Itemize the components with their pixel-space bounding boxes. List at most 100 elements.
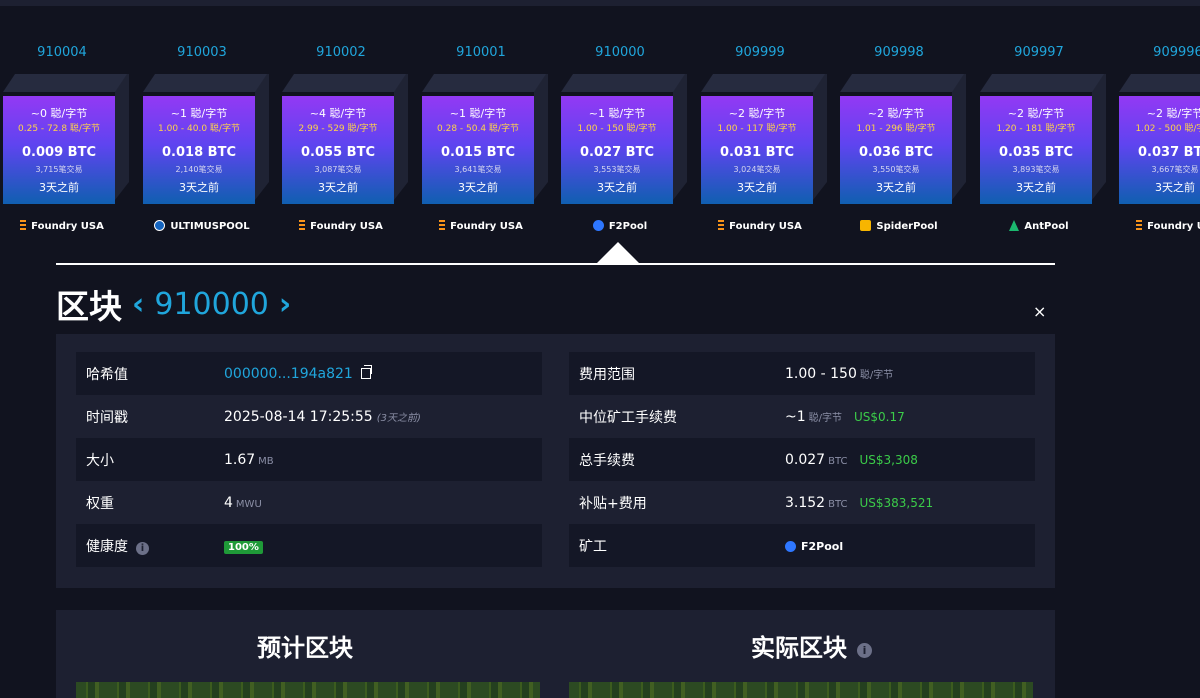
block-cube[interactable]: ~1 聪/字节 1.00 - 40.0 聪/字节 0.018 BTC 2,140… (143, 96, 255, 204)
block-height-link[interactable]: 910003 (140, 45, 264, 60)
miner-name: Foundry USA (729, 221, 802, 232)
subsidy-value: 3.152 (785, 494, 826, 511)
block-height-link[interactable]: 909999 (698, 45, 822, 60)
block-height-link[interactable]: 909996 (1116, 45, 1200, 60)
timestamp-ago: (3天之前) (376, 412, 421, 424)
projected-block-title: 预计区块 (257, 634, 353, 662)
median-fee-fiat: US$0.17 (854, 409, 905, 424)
detail-row-timestamp: 时间戳 2025-08-14 17:25:55 (3天之前) (76, 395, 542, 438)
detail-row-subsidy: 补贴+费用 3.152 BTC US$383,521 (569, 481, 1035, 524)
foundry-icon (439, 220, 446, 231)
ultimuspool-icon (154, 220, 166, 231)
detail-row-total-fees: 总手续费 0.027 BTC US$3,308 (569, 438, 1035, 481)
miner-link[interactable]: F2Pool (785, 538, 843, 554)
block-median-fee: ~4 聪/字节 (309, 107, 367, 120)
foundry-icon (1136, 220, 1143, 231)
cube-top (561, 74, 685, 92)
total-fees-value: 0.027 (785, 451, 826, 468)
block-card[interactable]: 910001 ~1 聪/字节 0.28 - 50.4 聪/字节 0.015 BT… (419, 40, 548, 240)
block-cube[interactable]: ~2 聪/字节 1.02 - 500 聪/字节 0.037 BTC 3,667笔… (1119, 96, 1200, 204)
detail-row-miner: 矿工 F2Pool (569, 524, 1035, 567)
current-block-height: 910000 (154, 286, 269, 322)
block-card[interactable]: 909998 ~2 聪/字节 1.01 - 296 聪/字节 0.036 BTC… (837, 40, 966, 240)
block-height-link[interactable]: 910001 (419, 45, 543, 60)
block-card[interactable]: 910003 ~1 聪/字节 1.00 - 40.0 聪/字节 0.018 BT… (140, 40, 269, 240)
next-block-button[interactable]: › (279, 287, 291, 322)
detail-row-size: 大小 1.67 MB (76, 438, 542, 481)
block-median-fee: ~1 聪/字节 (449, 107, 507, 120)
block-miner[interactable]: AntPool (977, 220, 1101, 232)
block-card-selected[interactable]: 910000 ~1 聪/字节 1.00 - 150 聪/字节 0.027 BTC… (558, 40, 687, 240)
divider (56, 263, 1055, 265)
miner-name: SpiderPool (876, 221, 938, 232)
actual-block-visualization[interactable] (569, 682, 1033, 698)
miner-name: F2Pool (608, 221, 648, 232)
block-card[interactable]: 909996 ~2 聪/字节 1.02 - 500 聪/字节 0.037 BTC… (1116, 40, 1200, 240)
details-left-column: 哈希值 000000...194a821 时间戳 2025-08-14 17:2… (76, 352, 542, 567)
blockchain-strip: 910004 ~0 聪/字节 0.25 - 72.8 聪/字节 0.009 BT… (0, 0, 1200, 245)
block-cube[interactable]: ~1 聪/字节 0.28 - 50.4 聪/字节 0.015 BTC 3,641… (422, 96, 534, 204)
block-tx-count: 3,893笔交易 (1012, 165, 1060, 174)
block-miner[interactable]: Foundry USA (419, 220, 543, 232)
block-cube[interactable]: ~4 聪/字节 2.99 - 529 聪/字节 0.055 BTC 3,087笔… (282, 96, 394, 204)
block-fee-range: 2.99 - 529 聪/字节 (298, 124, 378, 134)
block-total-fees: 0.027 BTC (580, 145, 654, 160)
block-total-fees: 0.055 BTC (301, 145, 375, 160)
median-fee-unit: 聪/字节 (808, 412, 843, 424)
block-miner[interactable]: F2Pool (558, 220, 682, 232)
block-card[interactable]: 909997 ~2 聪/字节 1.20 - 181 聪/字节 0.035 BTC… (977, 40, 1106, 240)
block-miner[interactable]: Foundry USA (279, 220, 403, 232)
block-height-link[interactable]: 910004 (0, 45, 124, 60)
close-icon[interactable]: × (1033, 302, 1046, 321)
block-tx-count: 3,667笔交易 (1151, 165, 1199, 174)
total-fees-unit: BTC (828, 455, 848, 467)
block-cube[interactable]: ~2 聪/字节 1.00 - 117 聪/字节 0.031 BTC 3,024笔… (701, 96, 813, 204)
size-label: 大小 (86, 452, 114, 469)
block-miner[interactable]: Foundry USA (0, 220, 124, 232)
cube-top (3, 74, 127, 92)
f2pool-icon (592, 220, 604, 231)
block-card[interactable]: 910004 ~0 聪/字节 0.25 - 72.8 聪/字节 0.009 BT… (0, 40, 129, 240)
cube-top (1119, 74, 1200, 92)
block-total-fees: 0.037 BTC (1138, 145, 1200, 160)
block-cube[interactable]: ~2 聪/字节 1.20 - 181 聪/字节 0.035 BTC 3,893笔… (980, 96, 1092, 204)
block-height-link[interactable]: 909997 (977, 45, 1101, 60)
fee-span-unit: 聪/字节 (859, 369, 894, 381)
block-fee-range: 0.25 - 72.8 聪/字节 (18, 124, 100, 134)
total-fees-label: 总手续费 (579, 452, 635, 469)
foundry-icon (299, 220, 306, 231)
block-total-fees: 0.009 BTC (22, 145, 96, 160)
block-cube[interactable]: ~2 聪/字节 1.01 - 296 聪/字节 0.036 BTC 3,550笔… (840, 96, 952, 204)
size-unit: MB (258, 455, 274, 467)
cube-side (673, 74, 687, 200)
miner-name: ULTIMUSPOOL (170, 221, 250, 232)
detail-row-health: 健康度 i 100% (76, 524, 542, 567)
block-fee-range: 1.02 - 500 聪/字节 (1135, 124, 1200, 134)
block-height-link[interactable]: 910000 (558, 45, 682, 60)
foundry-icon (718, 220, 725, 231)
timestamp-label: 时间戳 (86, 409, 128, 426)
block-miner[interactable]: SpiderPool (837, 220, 961, 232)
fee-span-value: 1.00 - 150 (785, 365, 857, 382)
block-hash-link[interactable]: 000000...194a821 (224, 366, 353, 382)
actual-block-header: 实际区块 i (751, 628, 872, 663)
cube-side (952, 74, 966, 200)
block-cube[interactable]: ~1 聪/字节 1.00 - 150 聪/字节 0.027 BTC 3,553笔… (561, 96, 673, 204)
info-icon[interactable]: i (136, 541, 149, 555)
block-total-fees: 0.018 BTC (162, 145, 236, 160)
block-card[interactable]: 909999 ~2 聪/字节 1.00 - 117 聪/字节 0.031 BTC… (698, 40, 827, 240)
copy-icon[interactable] (360, 364, 372, 379)
block-card[interactable]: 910002 ~4 聪/字节 2.99 - 529 聪/字节 0.055 BTC… (279, 40, 408, 240)
previous-block-button[interactable]: ‹ (132, 287, 144, 322)
block-miner[interactable]: Foundry USA (1116, 220, 1200, 232)
block-cube[interactable]: ~0 聪/字节 0.25 - 72.8 聪/字节 0.009 BTC 3,715… (3, 96, 115, 204)
block-height-link[interactable]: 910002 (279, 45, 403, 60)
projected-block-visualization[interactable] (76, 682, 540, 698)
median-fee-value: ~1 (785, 408, 806, 425)
info-icon[interactable]: i (857, 643, 872, 658)
weight-label: 权重 (86, 495, 114, 512)
f2pool-icon (785, 540, 796, 552)
block-miner[interactable]: ULTIMUSPOOL (140, 220, 264, 232)
block-miner[interactable]: Foundry USA (698, 220, 822, 232)
block-height-link[interactable]: 909998 (837, 45, 961, 60)
